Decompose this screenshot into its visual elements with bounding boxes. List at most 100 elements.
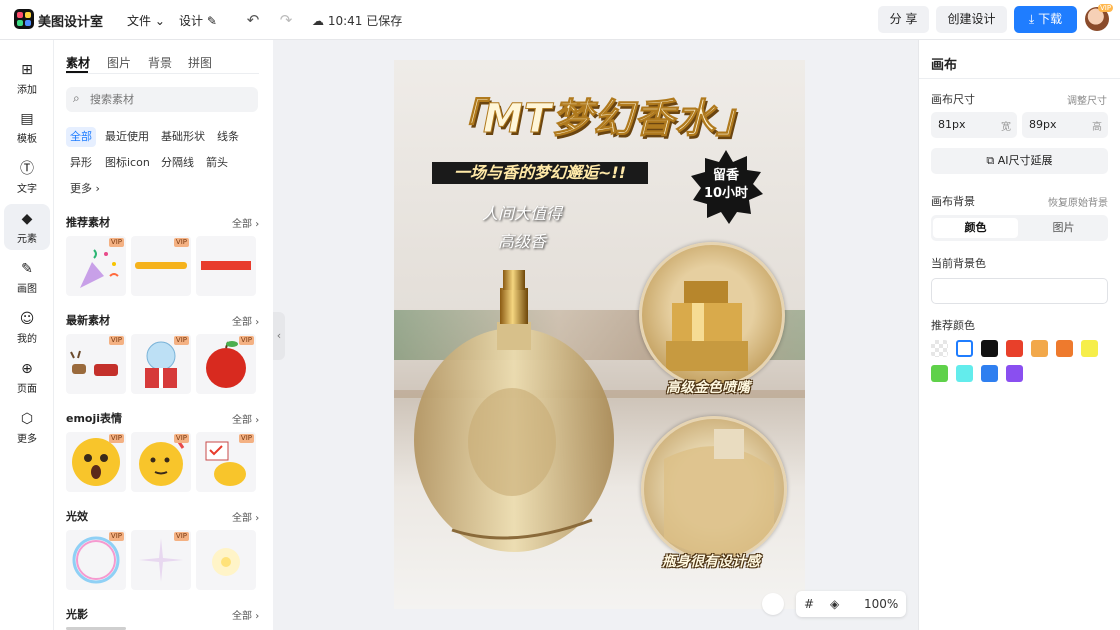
collapse-panel-button[interactable]: ‹ bbox=[273, 312, 285, 360]
chip-irregular[interactable]: 异形 bbox=[66, 153, 96, 173]
rail-item-more[interactable]: ⬡ 更多 bbox=[4, 404, 50, 450]
see-all-light-effects[interactable]: 全部 › bbox=[232, 509, 259, 524]
rail-item-template[interactable]: ▤ 模板 bbox=[4, 104, 50, 150]
height-field[interactable]: 89px 高 bbox=[1022, 112, 1108, 138]
nozzle-closeup-image[interactable] bbox=[639, 242, 785, 388]
height-value: 89px bbox=[1029, 118, 1057, 131]
swatch-orange[interactable] bbox=[1056, 340, 1073, 357]
width-field[interactable]: 81px 宽 bbox=[931, 112, 1017, 138]
see-all-light-shadow[interactable]: 全部 › bbox=[232, 607, 259, 622]
left-rail: ⊞ 添加 ▤ 模板 Ⓣ 文字 ◆ 元素 ✎ 画图 ☺ 我的 ⊕ 页面 ⬡ 更多 bbox=[0, 40, 54, 630]
chip-lines[interactable]: 线条 bbox=[213, 127, 243, 147]
current-bg-color-field[interactable] bbox=[931, 278, 1108, 304]
section-title-emoji: emoji表情 bbox=[66, 412, 123, 425]
caption-nozzle[interactable]: 高级金色喷嘴 bbox=[666, 377, 750, 397]
canvas-bg-label: 画布背景 bbox=[931, 195, 975, 208]
poster-title[interactable]: 「MT梦幻香水」 bbox=[394, 86, 805, 144]
rail-item-add[interactable]: ⊞ 添加 bbox=[4, 55, 50, 101]
section-title-light-shadow: 光影 bbox=[66, 608, 88, 621]
seg-image[interactable]: 图片 bbox=[1021, 218, 1106, 238]
see-all-recommended[interactable]: 全部 › bbox=[232, 215, 259, 230]
seg-color[interactable]: 颜色 bbox=[933, 218, 1018, 238]
reset-bg-link[interactable]: 恢复原始背景 bbox=[1048, 194, 1108, 209]
vip-tag: VIP bbox=[173, 336, 189, 345]
swatch-cyan[interactable] bbox=[956, 365, 973, 382]
download-button[interactable]: ⤓ 下载 bbox=[1014, 6, 1077, 33]
poster-subtitle[interactable]: 一场与香的梦幻邂逅~!! bbox=[432, 162, 648, 184]
swatch-blue[interactable] bbox=[981, 365, 998, 382]
swatch-red[interactable] bbox=[1006, 340, 1023, 357]
swatch-transparent[interactable] bbox=[931, 340, 948, 357]
rail-item-label: 页面 bbox=[17, 384, 37, 395]
undo-icon[interactable]: ↶ bbox=[243, 10, 263, 30]
see-all-emoji[interactable]: 全部 › bbox=[232, 411, 259, 426]
help-bubble-button[interactable] bbox=[762, 593, 784, 615]
see-all-label: 全部 bbox=[232, 415, 252, 426]
asset-sparkle-light[interactable]: VIP bbox=[131, 530, 191, 590]
search-icon: ⌕ bbox=[73, 91, 80, 105]
grid-icon[interactable]: # bbox=[804, 597, 814, 611]
tab-collage[interactable]: 拼图 bbox=[188, 54, 212, 71]
share-button[interactable]: 分 享 bbox=[878, 6, 929, 33]
top-bar: 美图设计室 文件 ⌄ 设计 ✎ ↶ ↷ ☁ 10:41 已保存 分 享 创建设计… bbox=[0, 0, 1120, 40]
vip-badge: VIP bbox=[1098, 4, 1114, 12]
swatch-green[interactable] bbox=[931, 365, 948, 382]
ai-resize-button[interactable]: ⧉ AI尺寸延展 bbox=[931, 148, 1108, 174]
rail-item-mine[interactable]: ☺ 我的 bbox=[4, 304, 50, 350]
rail-item-label: 画图 bbox=[17, 284, 37, 295]
design-menu[interactable]: 设计 ✎ bbox=[179, 12, 217, 29]
chip-more[interactable]: 更多 › bbox=[66, 179, 104, 199]
tab-images[interactable]: 图片 bbox=[107, 54, 131, 71]
poster-line-1[interactable]: 人间大值得 bbox=[394, 200, 650, 224]
asset-emoji-thinking[interactable]: VIP bbox=[131, 432, 191, 492]
tab-backgrounds[interactable]: 背景 bbox=[148, 54, 172, 71]
vip-tag: VIP bbox=[108, 434, 124, 443]
swatch-white[interactable] bbox=[956, 340, 973, 357]
asset-snow-globe-gift[interactable]: VIP bbox=[131, 334, 191, 394]
asset-orange-brush[interactable]: VIP bbox=[131, 236, 191, 296]
asset-glow-light[interactable] bbox=[196, 530, 256, 590]
chevron-right-icon: › bbox=[255, 317, 260, 328]
design-canvas[interactable]: 「MT梦幻香水」 一场与香的梦幻邂逅~!! 留香 10小时 人间大值得 高级香 高… bbox=[394, 60, 805, 609]
rail-item-page[interactable]: ⊕ 页面 bbox=[4, 354, 50, 400]
layers-icon[interactable]: ◈ bbox=[830, 597, 839, 611]
chevron-right-icon: › bbox=[255, 219, 260, 230]
template-icon: ▤ bbox=[20, 111, 34, 127]
swatch-yellow[interactable] bbox=[1081, 340, 1098, 357]
bottle-closeup-image[interactable] bbox=[641, 416, 787, 562]
zoom-level[interactable]: 100% bbox=[864, 597, 898, 611]
swatch-black[interactable] bbox=[981, 340, 998, 357]
asset-reindeer-sleigh[interactable]: VIP bbox=[66, 334, 126, 394]
tab-materials[interactable]: 素材 bbox=[66, 54, 90, 71]
poster-line-2[interactable]: 高级香 bbox=[394, 228, 650, 252]
create-design-button[interactable]: 创建设计 bbox=[936, 6, 1007, 33]
rail-item-draw[interactable]: ✎ 画图 bbox=[4, 254, 50, 300]
asset-red-apple[interactable]: VIP bbox=[196, 334, 256, 394]
chip-basic-shapes[interactable]: 基础形状 bbox=[157, 127, 209, 147]
chip-icons[interactable]: 图标icon bbox=[101, 153, 154, 173]
caption-bottle[interactable]: 瓶身很有设计感 bbox=[662, 551, 760, 571]
recommended-colors-label: 推荐颜色 bbox=[931, 319, 975, 332]
swatch-light-orange[interactable] bbox=[1031, 340, 1048, 357]
app-logo[interactable] bbox=[14, 9, 34, 29]
adjust-size-link[interactable]: 调整尺寸 bbox=[1067, 92, 1107, 107]
asset-emoji-chick-sign[interactable]: VIP bbox=[196, 432, 256, 492]
asset-bubble[interactable]: VIP bbox=[66, 530, 126, 590]
file-menu[interactable]: 文件 ⌄ bbox=[127, 12, 165, 29]
asset-emoji-shocked[interactable]: VIP bbox=[66, 432, 126, 492]
rail-item-text[interactable]: Ⓣ 文字 bbox=[4, 154, 50, 200]
asset-red-bar[interactable] bbox=[196, 236, 256, 296]
chip-arrows[interactable]: 箭头 bbox=[202, 153, 232, 173]
rail-item-elements[interactable]: ◆ 元素 bbox=[4, 204, 50, 250]
asset-party-popper[interactable]: VIP bbox=[66, 236, 126, 296]
chip-all[interactable]: 全部 bbox=[66, 127, 96, 147]
chip-dividers[interactable]: 分隔线 bbox=[157, 153, 198, 173]
see-all-latest[interactable]: 全部 › bbox=[232, 313, 259, 328]
current-bg-label: 当前背景色 bbox=[931, 257, 986, 270]
redo-icon[interactable]: ↷ bbox=[276, 10, 296, 30]
ai-resize-label: AI尺寸延展 bbox=[997, 154, 1053, 167]
swatch-purple[interactable] bbox=[1006, 365, 1023, 382]
chip-recent[interactable]: 最近使用 bbox=[101, 127, 153, 147]
properties-panel: 画布 画布尺寸 调整尺寸 81px 宽 89px 高 ⧉ AI尺寸延展 画布背景… bbox=[918, 40, 1120, 630]
search-input[interactable] bbox=[66, 87, 258, 112]
